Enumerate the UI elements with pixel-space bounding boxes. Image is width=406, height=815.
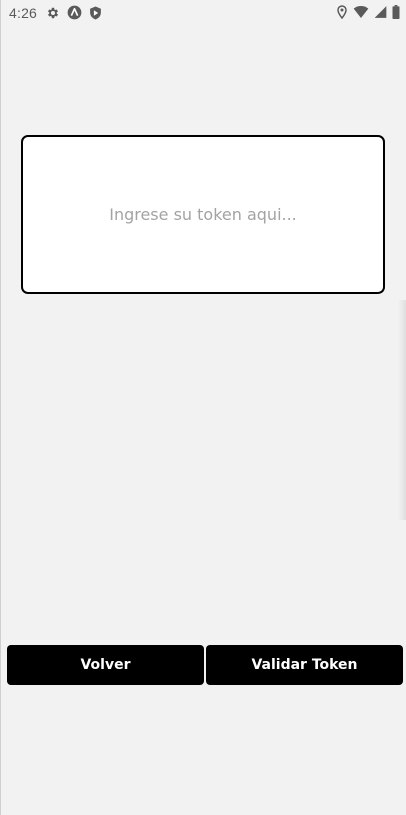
back-button[interactable]: Volver (7, 645, 204, 685)
token-input[interactable] (23, 137, 383, 292)
shield-play-icon (89, 6, 102, 20)
status-time: 4:26 (9, 5, 38, 21)
location-icon (336, 5, 348, 19)
validate-token-button[interactable]: Validar Token (206, 645, 403, 685)
status-bar: 4:26 (0, 0, 406, 26)
battery-icon (392, 5, 400, 19)
signal-icon (374, 5, 387, 19)
edge-shadow (398, 300, 406, 520)
gear-icon (46, 6, 60, 20)
screen-edge (0, 0, 1, 815)
wifi-icon (353, 5, 369, 19)
app-a-icon (67, 5, 82, 20)
status-left-icons (46, 5, 102, 20)
status-right-icons (336, 5, 400, 19)
token-input-card (21, 135, 385, 294)
